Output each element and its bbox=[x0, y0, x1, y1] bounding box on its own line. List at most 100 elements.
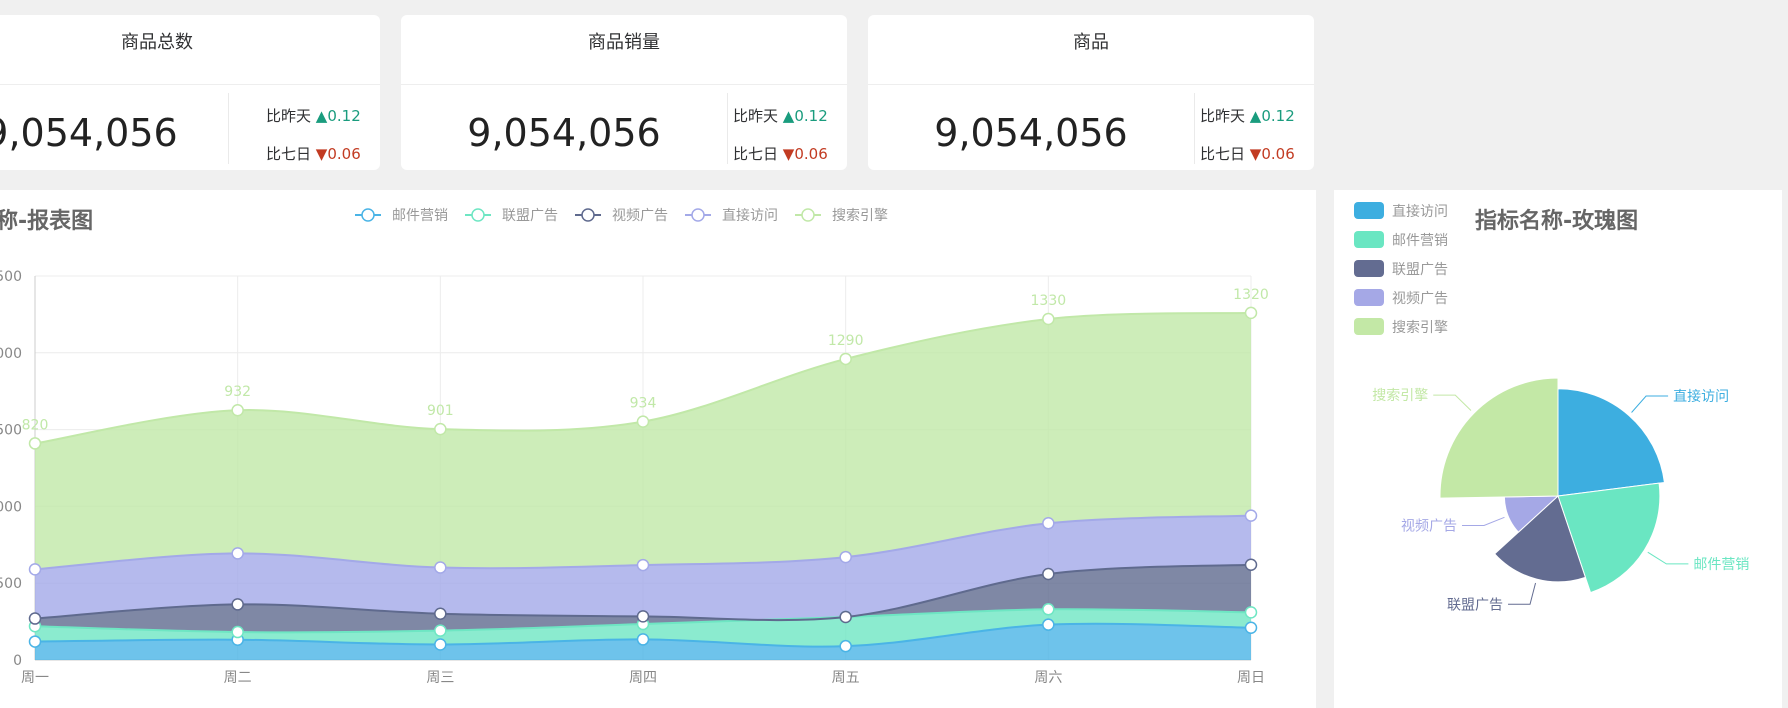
rose-slice-直接访问 bbox=[1557, 388, 1665, 497]
day-compare: 比昨天 ▲0.12 bbox=[266, 105, 361, 126]
legend-label: 邮件营销 bbox=[392, 208, 448, 224]
x-tick-label: 周三 bbox=[426, 670, 454, 686]
x-tick-label: 周五 bbox=[832, 670, 860, 686]
legend-marker-联盟广告 bbox=[471, 208, 485, 222]
y-tick-label: 500 bbox=[0, 423, 22, 439]
leader-line-联盟广告 bbox=[1508, 582, 1537, 605]
week-compare-value: ▼0.06 bbox=[315, 145, 361, 163]
data-point-联盟广告 bbox=[1244, 606, 1258, 619]
x-tick-label: 周二 bbox=[224, 670, 252, 686]
data-point-搜索引擎 bbox=[231, 403, 244, 417]
data-point-视频广告 bbox=[839, 610, 852, 624]
data-point-直接访问 bbox=[1244, 509, 1258, 522]
data-point-搜索引擎 bbox=[1042, 312, 1055, 326]
week-compare: 比七日 ▼0.06 bbox=[1200, 143, 1295, 164]
leader-line-邮件营销 bbox=[1647, 551, 1689, 565]
day-compare-value: ▲0.12 bbox=[315, 107, 361, 125]
legend-marker-搜索引擎 bbox=[801, 208, 815, 222]
data-point-直接访问 bbox=[434, 561, 447, 574]
y-tick-label: 0 bbox=[13, 653, 22, 669]
data-point-邮件营销 bbox=[28, 635, 42, 648]
data-point-视频广告 bbox=[636, 610, 650, 623]
data-label: 934 bbox=[630, 396, 657, 412]
y-tick-label: 000 bbox=[0, 346, 22, 362]
data-point-直接访问 bbox=[839, 550, 852, 564]
data-point-联盟广告 bbox=[231, 625, 244, 639]
day-compare-label: 比昨天 bbox=[1200, 107, 1246, 125]
slice-label: 联盟广告 bbox=[1447, 597, 1503, 613]
data-point-联盟广告 bbox=[434, 624, 447, 637]
x-tick-label: 周六 bbox=[1034, 670, 1062, 686]
data-point-视频广告 bbox=[434, 607, 447, 621]
card-value: 9,054,056 bbox=[467, 111, 661, 155]
data-point-视频广告 bbox=[1244, 558, 1258, 572]
y-tick-label: 500 bbox=[0, 576, 22, 592]
data-point-直接访问 bbox=[28, 563, 42, 576]
kpi-card-total: 商品总数 9,054,056 比昨天 ▲0.12 比七日 ▼0.06 bbox=[0, 15, 380, 170]
week-compare: 比七日 ▼0.06 bbox=[266, 143, 361, 164]
data-point-视频广告 bbox=[1042, 567, 1055, 581]
data-point-直接访问 bbox=[231, 547, 244, 560]
data-point-邮件营销 bbox=[636, 633, 650, 646]
kpi-card-sales: 商品销量 9,054,056 比昨天 ▲0.12 比七日 ▼0.06 bbox=[401, 15, 847, 170]
stacked-area-chart: 0 500 000 500 000 500 周一 周二 周三 周四 周五 周六 周日 820 932 901 9… bbox=[0, 207, 1269, 686]
legend-label: 视频广告 bbox=[1392, 291, 1448, 307]
legend-swatch-联盟广告 bbox=[1354, 260, 1384, 277]
card-title: 商品 bbox=[868, 15, 1314, 85]
data-point-直接访问 bbox=[636, 558, 650, 572]
slice-label: 视频广告 bbox=[1401, 518, 1457, 534]
slice-label: 邮件营销 bbox=[1693, 557, 1749, 573]
data-point-联盟广告 bbox=[1042, 603, 1055, 616]
data-point-视频广告 bbox=[28, 612, 42, 625]
slice-label: 直接访问 bbox=[1673, 388, 1729, 405]
day-compare-value: ▲0.12 bbox=[1249, 107, 1295, 125]
data-point-直接访问 bbox=[1042, 517, 1055, 530]
legend-marker-直接访问 bbox=[691, 208, 705, 222]
y-tick-label: 000 bbox=[0, 499, 22, 515]
day-compare-value: ▲0.12 bbox=[782, 107, 828, 125]
rose-pie-chart: 直接访问邮件营销联盟广告视频广告搜索引擎直接访问邮件营销联盟广告视频广告搜索引擎 bbox=[1354, 202, 1749, 613]
legend-marker-视频广告 bbox=[581, 208, 595, 222]
week-compare-value: ▼0.06 bbox=[782, 145, 828, 163]
day-compare-label: 比昨天 bbox=[733, 107, 779, 125]
week-compare-label: 比七日 bbox=[266, 145, 312, 163]
data-label: 1330 bbox=[1031, 293, 1067, 309]
legend-label: 直接访问 bbox=[722, 207, 778, 224]
x-tick-label: 周四 bbox=[629, 670, 657, 686]
day-compare: 比昨天 ▲0.12 bbox=[733, 105, 828, 126]
week-compare-value: ▼0.06 bbox=[1249, 145, 1295, 163]
legend-label: 搜索引擎 bbox=[1392, 319, 1448, 336]
x-tick-label: 周日 bbox=[1237, 670, 1265, 686]
legend-swatch-邮件营销 bbox=[1354, 231, 1384, 248]
card-divider bbox=[1194, 93, 1195, 164]
week-compare: 比七日 ▼0.06 bbox=[733, 143, 828, 164]
legend-swatch-搜索引擎 bbox=[1354, 318, 1384, 335]
data-label: 932 bbox=[224, 384, 251, 400]
data-point-搜索引擎 bbox=[839, 352, 852, 366]
legend-marker-邮件营销 bbox=[361, 208, 375, 222]
card-value: 9,054,056 bbox=[0, 111, 178, 155]
data-point-搜索引擎 bbox=[1244, 306, 1258, 320]
data-point-搜索引擎 bbox=[636, 415, 650, 428]
slice-label: 搜索引擎 bbox=[1372, 387, 1428, 404]
leader-line-视频广告 bbox=[1462, 516, 1505, 526]
card-divider bbox=[228, 93, 229, 164]
card-title: 商品总数 bbox=[0, 15, 380, 85]
legend-swatch-视频广告 bbox=[1354, 289, 1384, 306]
leader-line-搜索引擎 bbox=[1433, 394, 1472, 411]
legend-label: 联盟广告 bbox=[502, 208, 558, 224]
legend-label: 视频广告 bbox=[612, 208, 668, 224]
y-tick-label: 500 bbox=[0, 269, 22, 285]
rose-slice-搜索引擎 bbox=[1439, 377, 1559, 499]
week-compare-label: 比七日 bbox=[1200, 145, 1246, 163]
week-compare-label: 比七日 bbox=[733, 145, 779, 163]
legend-label: 联盟广告 bbox=[1392, 262, 1448, 278]
card-title: 商品销量 bbox=[401, 15, 847, 85]
data-label: 901 bbox=[427, 403, 454, 419]
data-point-视频广告 bbox=[231, 598, 244, 611]
kpi-card-goods: 商品 9,054,056 比昨天 ▲0.12 比七日 ▼0.06 bbox=[868, 15, 1314, 170]
data-label: 1290 bbox=[828, 333, 864, 349]
data-point-邮件营销 bbox=[1244, 621, 1258, 634]
data-point-搜索引擎 bbox=[28, 437, 42, 450]
x-tick-label: 周一 bbox=[21, 670, 49, 686]
